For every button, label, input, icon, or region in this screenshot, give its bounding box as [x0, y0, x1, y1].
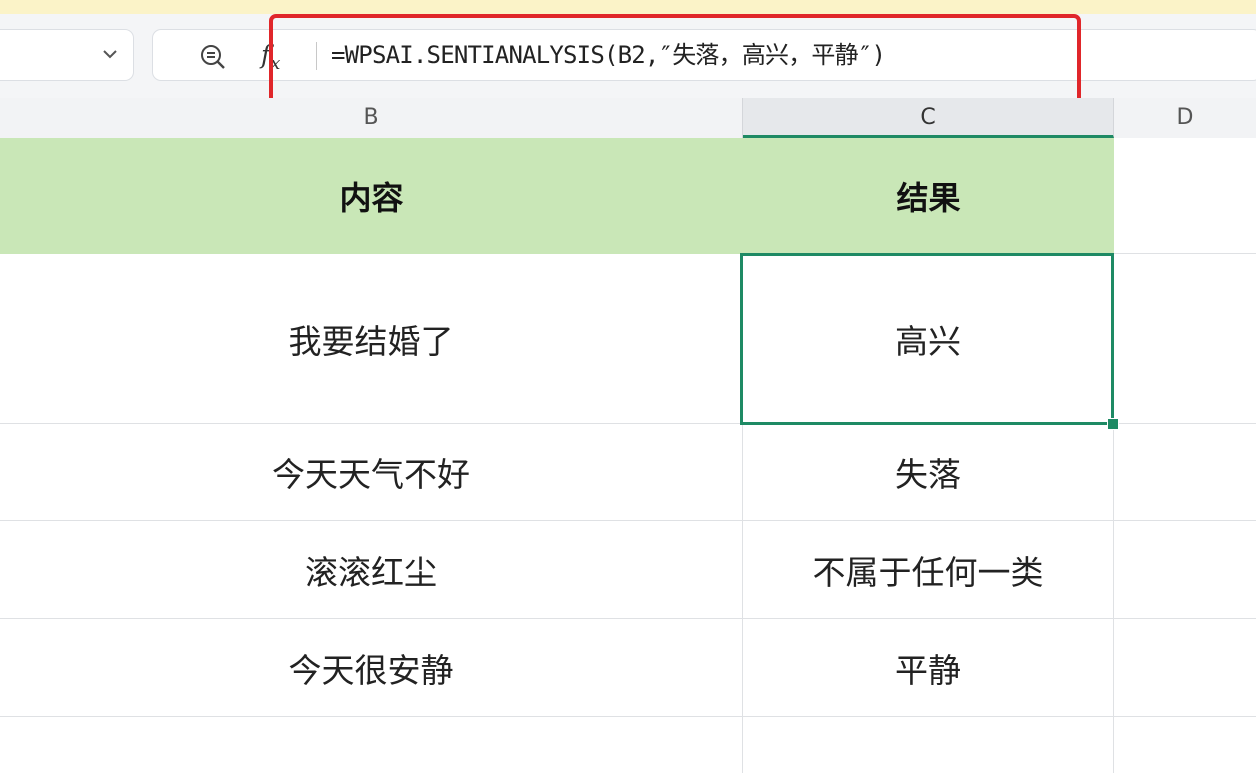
cell-d5[interactable] [1114, 619, 1256, 717]
cell-b2[interactable]: 我要结婚了 [0, 254, 743, 424]
cell-c3[interactable]: 失落 [743, 424, 1114, 521]
cell-b5[interactable]: 今天很安静 [0, 619, 743, 717]
formula-input-box[interactable]: fx =WPSAI.SENTIANALYSIS(B2,″失落，高兴，平静″) [152, 29, 1256, 81]
cell-b4[interactable]: 滚滚红尘 [0, 521, 743, 619]
fx-icon[interactable]: fx [261, 40, 280, 79]
column-header-b[interactable]: B [0, 98, 743, 138]
formula-text[interactable]: =WPSAI.SENTIANALYSIS(B2,″失落，高兴，平静″) [331, 39, 886, 71]
cell-d1[interactable] [1114, 138, 1256, 254]
cell-c6[interactable] [743, 717, 1114, 773]
cell-d4[interactable] [1114, 521, 1256, 619]
cell-d6[interactable] [1114, 717, 1256, 773]
fill-handle[interactable] [1107, 418, 1119, 430]
cell-b6[interactable] [0, 717, 743, 773]
zoom-formula-icon[interactable] [199, 43, 227, 71]
cell-c4[interactable]: 不属于任何一类 [743, 521, 1114, 619]
top-strip [0, 0, 1256, 14]
column-header-d[interactable]: D [1114, 98, 1256, 138]
name-box[interactable] [0, 29, 134, 81]
formula-separator [316, 42, 317, 70]
selected-cell-outline [740, 253, 1114, 425]
header-cell-result[interactable]: 结果 [743, 138, 1114, 254]
formula-bar: fx =WPSAI.SENTIANALYSIS(B2,″失落，高兴，平静″) [0, 14, 1256, 98]
cell-d3[interactable] [1114, 424, 1256, 521]
chevron-down-icon[interactable] [101, 45, 119, 63]
header-cell-content[interactable]: 内容 [0, 138, 743, 254]
column-header-c[interactable]: C [743, 98, 1114, 138]
cell-d2[interactable] [1114, 254, 1256, 424]
cell-c5[interactable]: 平静 [743, 619, 1114, 717]
cell-b3[interactable]: 今天天气不好 [0, 424, 743, 521]
